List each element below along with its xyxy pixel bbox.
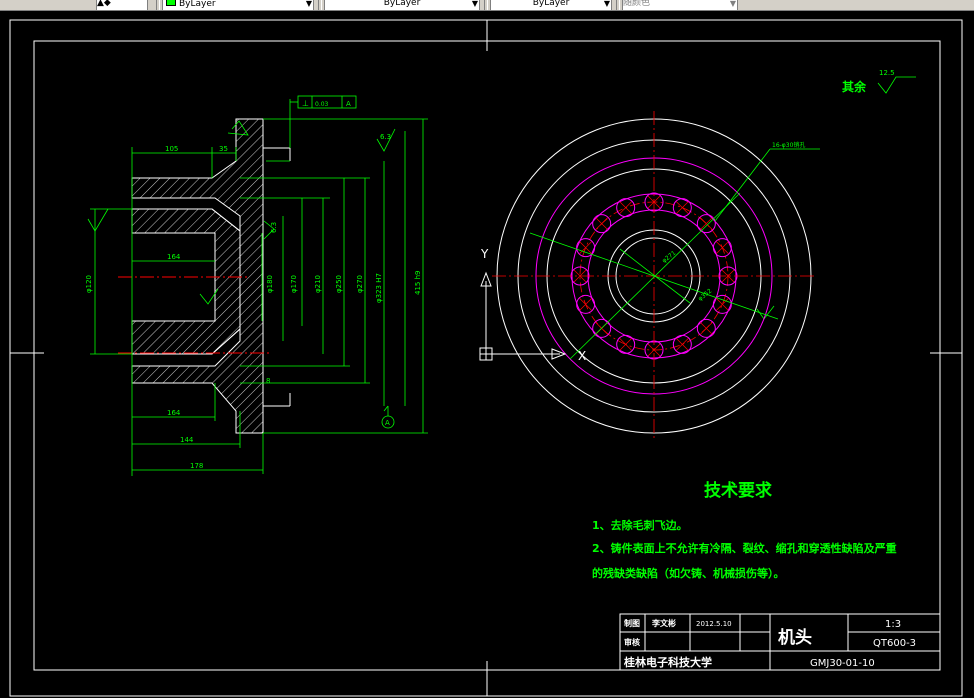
tb-school: 桂林电子科技大学 [623, 655, 712, 669]
tech-req-2b: 的残缺类缺陷（如欠铸、机械损伤等）。 [592, 566, 785, 580]
axis-x-label: X [578, 349, 586, 363]
toolbar-separator [616, 0, 620, 10]
chevron-down-icon: ▼ [471, 0, 478, 8]
tolerance-datum: A [346, 100, 351, 108]
tb-row1-name: 李文彬 [651, 618, 676, 628]
inner-border [33, 40, 941, 671]
properties-toolbar: ▲◆ ByLayer ▼ ByLayer ▼ ByLayer ▼ 随颜色 ▼ [0, 0, 974, 11]
lineweight-dropdown[interactable]: ByLayer ▼ [490, 0, 612, 10]
tb-scale: 1:3 [885, 619, 901, 630]
tb-row1-label: 制图 [624, 618, 640, 628]
toolbar-separator [484, 0, 488, 10]
tolerance-value: 0.03 [315, 101, 329, 108]
hatched-section [131, 118, 264, 434]
tb-row2-label: 审核 [624, 637, 640, 647]
tb-drawing-no: GMJ30-01-10 [810, 658, 875, 669]
hub-hatch [131, 208, 241, 355]
dim-d415: 415 h9 [414, 271, 422, 295]
dim-d250: φ250 [335, 275, 343, 293]
dim-144: 144 [180, 436, 194, 444]
color-swatch-icon [166, 0, 176, 6]
dim-164-top: 164 [167, 253, 181, 261]
title-block: 制图 李文彬 2012.5.10 审核 机头 1:3 QT600-3 桂林电子科… [619, 613, 941, 671]
bolt-hole-note: 16-φ30销孔 [772, 141, 805, 149]
tech-req-1: 1、去除毛刺飞边。 [592, 518, 688, 532]
finish-other-label: 其余 [842, 79, 867, 94]
axis-y-label: Y [480, 247, 489, 261]
tech-req-2a: 2、铸件表面上不允许有冷隔、裂纹、缩孔和穿透性缺陷及严重 [592, 541, 897, 555]
datum-label-a: A [385, 419, 390, 427]
finish-other-value: 12.5 [879, 69, 895, 77]
dim-178: 178 [190, 462, 203, 470]
dim-d323: φ323 H7 [375, 273, 383, 303]
tb-part-name: 机头 [778, 627, 812, 648]
dim-d170: φ170 [290, 275, 298, 293]
dim-d210: φ210 [314, 275, 322, 293]
chevron-down-icon: ▼ [305, 0, 312, 8]
dim-105: 105 [165, 145, 178, 153]
dim-d180: φ180 [266, 275, 274, 293]
layer-state-icons[interactable]: ▲◆ [96, 0, 148, 10]
drawing-canvas[interactable]: 105 35 164 164 144 178 8 φ120 φ180 φ170 … [0, 11, 974, 698]
linetype-dropdown[interactable]: ByLayer ▼ [324, 0, 480, 10]
tb-row1-date: 2012.5.10 [696, 620, 732, 628]
ucs-icon [479, 271, 567, 361]
tech-req-title: 技术要求 [704, 480, 772, 501]
geometric-tolerance-frame: ⊥ 0.03 A [290, 95, 357, 109]
dim-35: 35 [219, 145, 228, 153]
color-dropdown[interactable]: ByLayer ▼ [162, 0, 314, 10]
toolbar-separator [156, 0, 160, 10]
perpendicularity-icon: ⊥ [302, 99, 309, 108]
toolbar-separator [318, 0, 322, 10]
dim-8: 8 [266, 377, 270, 385]
finish-left: 6.3 [270, 222, 278, 233]
dim-d120: φ120 [85, 275, 93, 293]
dim-d270: φ270 [356, 275, 364, 293]
dim-d352: φ352 [697, 287, 714, 302]
plotstyle-dropdown[interactable]: 随颜色 ▼ [622, 0, 738, 10]
chevron-down-icon: ▼ [729, 0, 736, 8]
chevron-down-icon: ▼ [603, 0, 610, 8]
section-view [118, 118, 291, 434]
tb-material: QT600-3 [873, 638, 916, 649]
dim-164-bot: 164 [167, 409, 181, 417]
